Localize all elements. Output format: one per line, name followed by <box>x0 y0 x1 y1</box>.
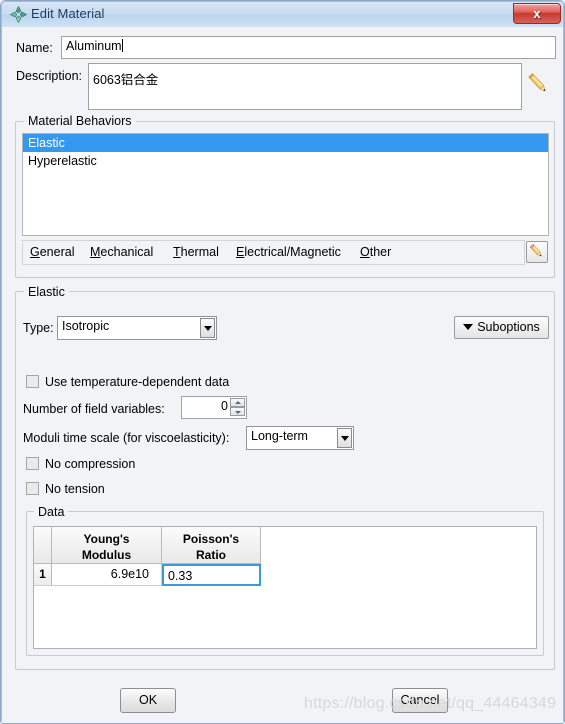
field-variables-value: 0 <box>221 399 228 413</box>
elastic-type-value: Isotropic <box>62 319 110 333</box>
checkbox-box <box>26 482 39 495</box>
menu-thermal[interactable]: Thermal <box>173 245 219 259</box>
menu-thermal-rest: hermal <box>180 245 219 259</box>
menu-other-mnemonic: O <box>360 245 370 259</box>
cell-poissons-ratio[interactable]: 0.33 <box>162 564 261 586</box>
description-input-value: 6063铝合金 <box>93 73 159 87</box>
column-header-youngs-modulus-line1: Young's <box>83 532 130 546</box>
name-input-value: Aluminum <box>66 39 122 53</box>
no-compression-checkbox[interactable]: No compression <box>26 457 135 471</box>
abaqus-diamond-icon <box>10 6 27 23</box>
pencil-eraser-icon <box>529 243 542 257</box>
close-icon: x <box>533 6 541 21</box>
column-header-youngs-modulus-line2: Modulus <box>81 548 132 562</box>
material-behaviors-title: Material Behaviors <box>24 114 136 128</box>
elastic-data-table[interactable]: Young's Modulus Poisson's Ratio 1 6.9e10… <box>33 526 537 649</box>
type-label: Type: <box>23 321 54 335</box>
menu-other[interactable]: Other <box>360 245 391 259</box>
menu-general-mnemonic: G <box>30 245 40 259</box>
column-header-youngs-modulus[interactable]: Young's Modulus <box>52 527 162 564</box>
description-label: Description: <box>16 69 82 83</box>
behavior-menubar: General Mechanical Thermal Electrical/Ma… <box>22 240 525 265</box>
column-header-poissons-ratio-line2: Ratio <box>196 548 226 562</box>
number-of-field-variables-label: Number of field variables: <box>23 402 165 416</box>
menu-general-rest: eneral <box>39 245 75 259</box>
menu-general[interactable]: General <box>30 245 74 259</box>
edit-material-dialog: Edit Material x Name: Aluminum Descripti… <box>0 0 565 724</box>
elastic-group-title: Elastic <box>24 285 69 299</box>
cell-youngs-modulus[interactable]: 6.9e10 <box>52 564 162 586</box>
list-item-elastic[interactable]: Elastic <box>23 134 548 152</box>
moduli-time-scale-label: Moduli time scale (for viscoelasticity): <box>23 431 230 445</box>
cancel-button[interactable]: Cancel <box>392 688 448 713</box>
close-button[interactable]: x <box>513 3 561 24</box>
chevron-down-icon[interactable] <box>337 428 352 448</box>
no-tension-label: No tension <box>45 482 105 496</box>
column-header-poissons-ratio-line1: Poisson's <box>182 532 240 546</box>
table-corner-header <box>34 527 52 564</box>
moduli-time-scale-combo[interactable]: Long-term <box>246 426 354 450</box>
no-tension-checkbox[interactable]: No tension <box>26 482 105 496</box>
menu-electrical-magnetic-rest: lectrical/Magnetic <box>244 245 341 259</box>
stepper-up-icon[interactable] <box>230 398 245 407</box>
triangle-down-icon <box>463 324 474 330</box>
stepper-down-icon[interactable] <box>230 407 245 416</box>
dialog-client-area: Name: Aluminum Description: 6063铝合金 Mate… <box>2 27 563 723</box>
no-compression-label: No compression <box>45 457 136 471</box>
checkbox-box <box>26 457 39 470</box>
use-temperature-dependent-data-checkbox[interactable]: Use temperature-dependent data <box>26 375 229 389</box>
name-input[interactable]: Aluminum <box>61 36 556 59</box>
data-group-title: Data <box>34 505 69 519</box>
checkbox-box <box>26 375 39 388</box>
edit-pencil-icon[interactable] <box>525 71 551 97</box>
moduli-time-scale-value: Long-term <box>251 429 308 443</box>
title-bar[interactable]: Edit Material x <box>2 2 563 27</box>
table-row-header[interactable]: 1 <box>34 564 52 586</box>
elastic-type-combo[interactable]: Isotropic <box>57 316 217 340</box>
list-item-hyperelastic[interactable]: Hyperelastic <box>23 152 548 170</box>
menu-electrical-magnetic[interactable]: Electrical/Magnetic <box>236 245 341 259</box>
suboptions-label: Suboptions <box>477 320 540 334</box>
column-header-poissons-ratio[interactable]: Poisson's Ratio <box>162 527 261 564</box>
menu-mechanical-mnemonic: M <box>90 245 101 259</box>
delete-behavior-button[interactable] <box>526 241 548 263</box>
text-caret <box>121 39 123 52</box>
menu-other-rest: ther <box>369 245 392 259</box>
window-title: Edit Material <box>31 6 105 21</box>
description-input[interactable]: 6063铝合金 <box>88 63 522 110</box>
field-variables-stepper[interactable]: 0 <box>181 396 247 419</box>
menu-mechanical-rest: echanical <box>100 245 154 259</box>
material-behaviors-list[interactable]: Elastic Hyperelastic <box>22 133 549 236</box>
ok-button[interactable]: OK <box>120 688 176 713</box>
suboptions-button[interactable]: Suboptions <box>454 316 549 339</box>
use-temperature-dependent-data-label: Use temperature-dependent data <box>45 375 230 389</box>
name-label: Name: <box>16 41 53 55</box>
menu-mechanical[interactable]: Mechanical <box>90 245 153 259</box>
chevron-down-icon[interactable] <box>200 318 215 338</box>
menu-thermal-mnemonic: T <box>173 245 181 259</box>
